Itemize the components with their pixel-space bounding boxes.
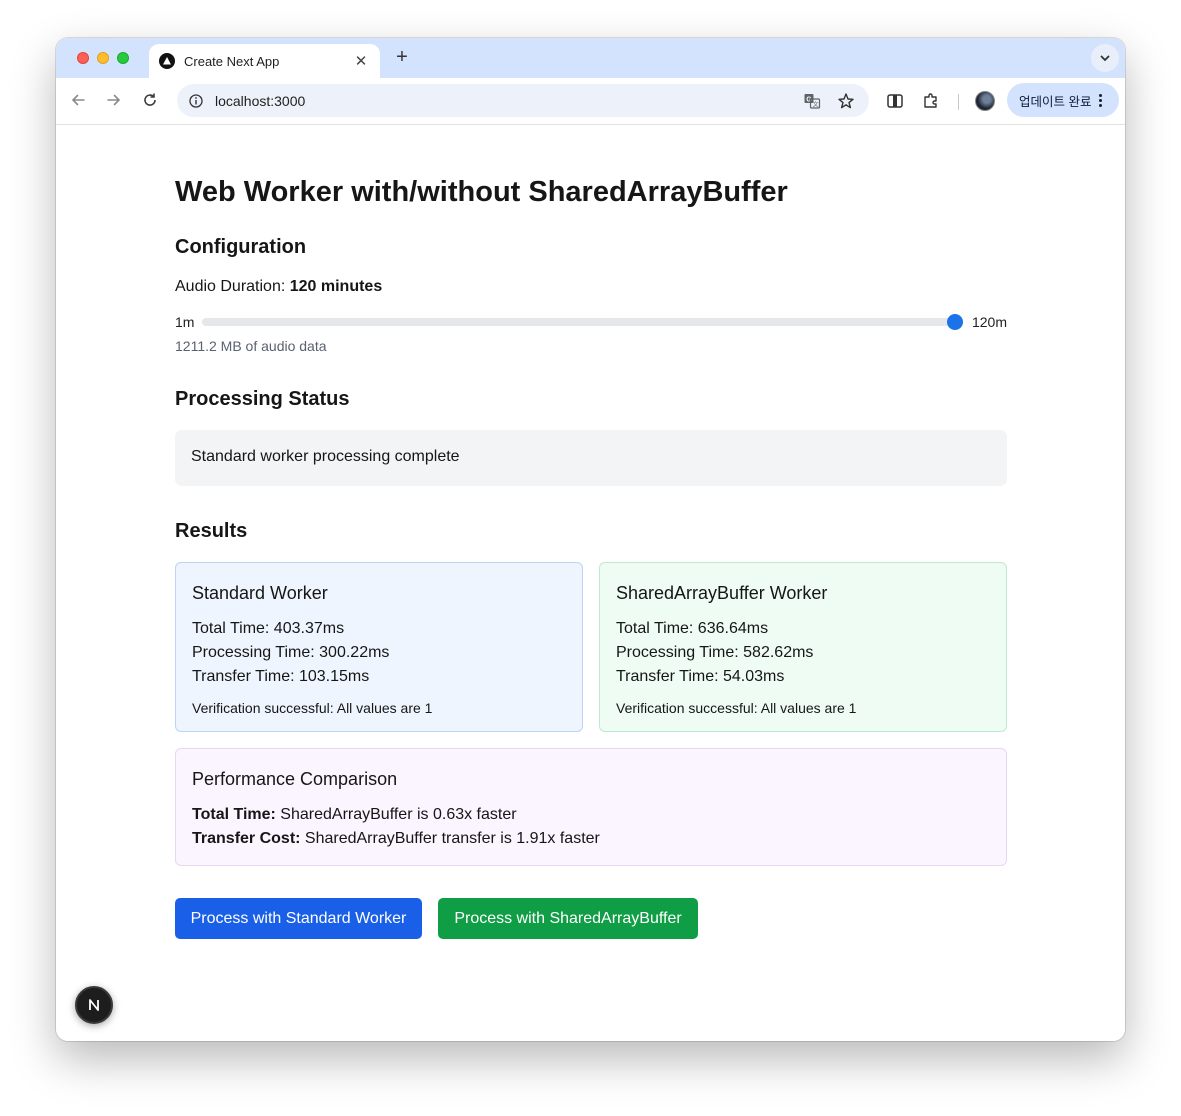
tab-title: Create Next App (184, 53, 280, 69)
bookmark-star-icon[interactable] (835, 90, 857, 112)
address-bar[interactable]: localhost:3000 G文 (177, 84, 869, 117)
close-window-button[interactable] (77, 52, 89, 64)
audio-data-size: 1211.2 MB of audio data (175, 338, 327, 354)
status-message: Standard worker processing complete (191, 448, 460, 465)
shared-card-title: SharedArrayBuffer Worker (616, 583, 828, 603)
shared-processing-time: Processing Time: 582.62ms (616, 644, 814, 661)
url-text: localhost:3000 (215, 92, 306, 109)
standard-transfer-time: Transfer Time: 103.15ms (192, 668, 370, 685)
page-title: Web Worker with/without SharedArrayBuffe… (175, 176, 788, 208)
comparison-transfer-label: Transfer Cost: (192, 830, 301, 847)
minimize-window-button[interactable] (97, 52, 109, 64)
process-standard-worker-button[interactable]: Process with Standard Worker (175, 898, 422, 939)
svg-text:G: G (806, 96, 812, 103)
tab-create-next-app[interactable]: Create Next App ✕ (149, 44, 380, 78)
standard-verification: Verification successful: All values are … (192, 700, 433, 716)
nextjs-favicon-icon (159, 53, 175, 69)
svg-text:文: 文 (813, 100, 819, 108)
profile-avatar[interactable] (975, 91, 995, 111)
results-heading: Results (175, 520, 248, 542)
comparison-transfer: Transfer Cost: SharedArrayBuffer transfe… (192, 827, 990, 851)
new-tab-plus-icon[interactable]: + (390, 46, 414, 70)
processing-status-heading: Processing Status (175, 388, 350, 410)
shared-worker-card: SharedArrayBuffer Worker Total Time: 636… (599, 562, 1007, 732)
nextjs-dev-badge[interactable] (75, 986, 113, 1024)
comparison-total-label: Total Time: (192, 806, 276, 823)
tab-search-chevron-icon[interactable] (1091, 44, 1119, 72)
configuration-heading: Configuration (175, 236, 307, 258)
extensions-puzzle-icon[interactable] (920, 90, 942, 112)
slider-thumb[interactable] (947, 314, 963, 330)
duration-label-text: Audio Duration: (175, 278, 290, 295)
duration-value: 120 minutes (289, 278, 383, 295)
side-panel-icon[interactable] (884, 90, 906, 112)
nextjs-n-icon (89, 999, 99, 1011)
duration-slider[interactable] (202, 314, 963, 330)
update-complete-button[interactable]: 업데이트 완료 (1007, 83, 1119, 117)
comparison-total-text: SharedArrayBuffer is 0.63x faster (275, 806, 517, 823)
slider-min-label: 1m (175, 314, 195, 330)
duration-slider-row: 1m 120m (175, 312, 1007, 330)
tab-strip: Create Next App ✕ + (56, 38, 1125, 78)
reload-icon[interactable] (139, 89, 161, 111)
standard-card-title: Standard Worker (192, 583, 328, 603)
close-tab-icon[interactable]: ✕ (352, 52, 370, 70)
shared-verification: Verification successful: All values are … (616, 700, 857, 716)
browser-window: Create Next App ✕ + localhost:3000 G文 업데… (56, 38, 1125, 1041)
comparison-transfer-text: SharedArrayBuffer transfer is 1.91x fast… (300, 830, 600, 847)
browser-toolbar: localhost:3000 G文 업데이트 완료 (56, 78, 1125, 125)
shared-total-time: Total Time: 636.64ms (616, 620, 769, 637)
site-info-icon[interactable] (187, 92, 205, 110)
standard-worker-card: Standard Worker Total Time: 403.37ms Pro… (175, 562, 583, 732)
translate-icon[interactable]: G文 (801, 90, 823, 112)
maximize-window-button[interactable] (117, 52, 129, 64)
page-content: Web Worker with/without SharedArrayBuffe… (56, 126, 1125, 1041)
forward-arrow-icon[interactable] (103, 89, 125, 111)
status-message-box: Standard worker processing complete (175, 430, 1007, 486)
shared-transfer-time: Transfer Time: 54.03ms (616, 668, 785, 685)
comparison-total: Total Time: SharedArrayBuffer is 0.63x f… (192, 803, 990, 827)
performance-comparison-card: Performance Comparison Total Time: Share… (175, 748, 1007, 866)
comparison-title: Performance Comparison (192, 769, 398, 789)
slider-fill (202, 318, 955, 326)
toolbar-divider (958, 94, 959, 110)
slider-max-label: 120m (971, 314, 1007, 330)
process-shared-array-buffer-button[interactable]: Process with SharedArrayBuffer (438, 898, 698, 939)
audio-duration-label: Audio Duration: 120 minutes (175, 278, 382, 296)
standard-total-time: Total Time: 403.37ms (192, 620, 345, 637)
more-menu-icon[interactable] (1099, 93, 1103, 107)
update-button-label: 업데이트 완료 (1019, 94, 1092, 109)
back-arrow-icon[interactable] (67, 89, 89, 111)
standard-processing-time: Processing Time: 300.22ms (192, 644, 390, 661)
